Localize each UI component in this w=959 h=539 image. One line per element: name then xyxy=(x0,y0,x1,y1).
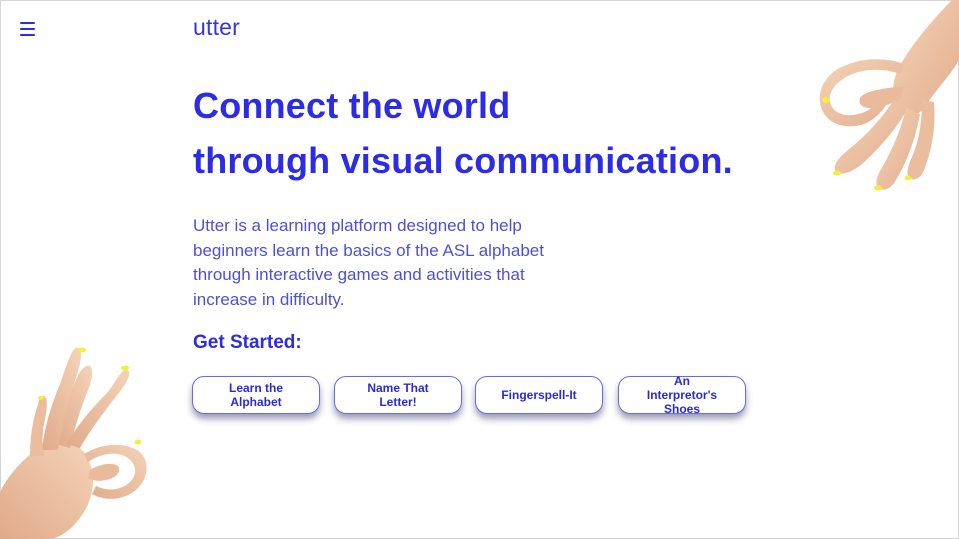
get-started-heading: Get Started: xyxy=(193,332,302,353)
headline-line-1: Connect the world xyxy=(193,85,511,126)
ok-hand-sign-icon xyxy=(819,0,959,191)
ok-hand-sign-icon xyxy=(0,347,147,539)
button-label: Fingerspell-It xyxy=(501,388,577,402)
button-label: Learn the Alphabet xyxy=(228,381,283,409)
button-label: An Interpretor's Shoes xyxy=(646,374,718,416)
hamburger-menu-icon[interactable] xyxy=(20,22,35,36)
headline-line-2: through visual communication. xyxy=(193,140,733,181)
name-that-letter-button[interactable]: Name That Letter! xyxy=(334,376,462,414)
hero-headline: Connect the world through visual communi… xyxy=(193,78,733,188)
interpretors-shoes-button[interactable]: An Interpretor's Shoes xyxy=(618,374,746,416)
brand-logo[interactable]: utter xyxy=(193,14,240,41)
button-label: Name That Letter! xyxy=(367,381,429,409)
fingerspell-it-button[interactable]: Fingerspell-It xyxy=(475,376,603,414)
learn-alphabet-button[interactable]: Learn the Alphabet xyxy=(192,376,320,414)
intro-text: Utter is a learning platform designed to… xyxy=(193,216,544,309)
